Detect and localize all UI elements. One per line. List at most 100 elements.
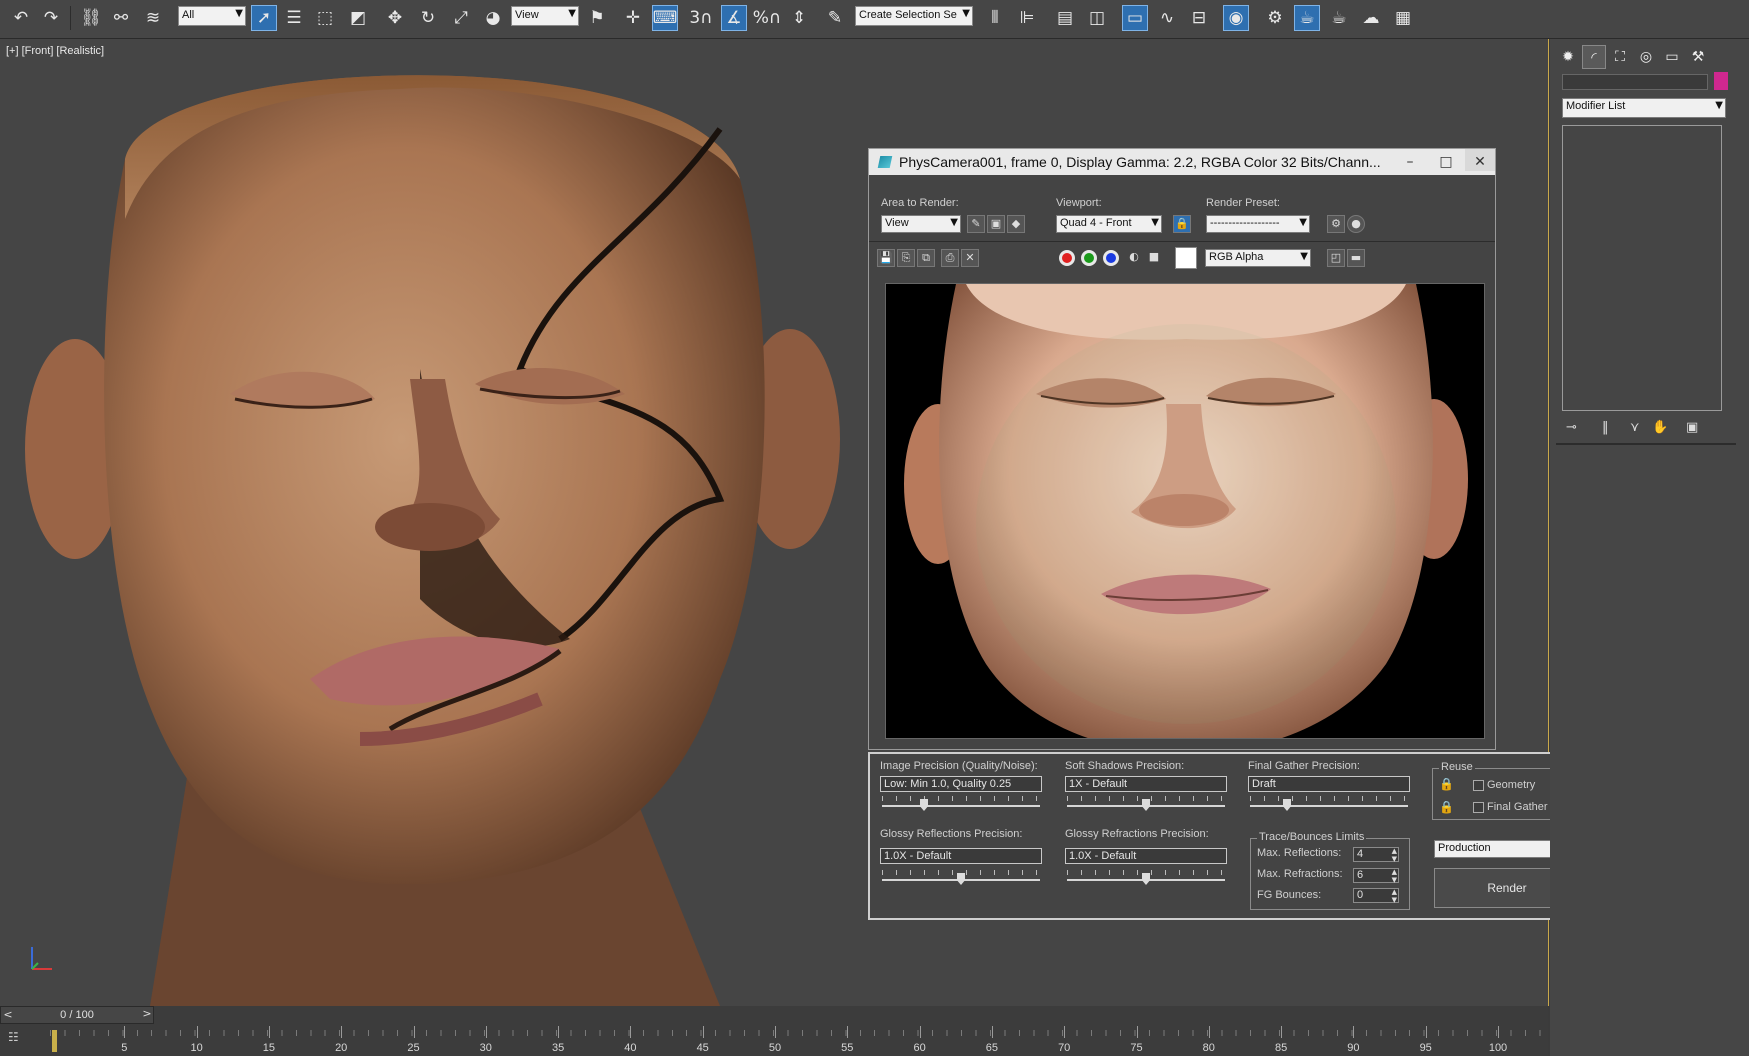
region-clear-icon[interactable]: ◆: [1007, 215, 1025, 233]
clear-image-icon[interactable]: ✕: [961, 249, 979, 267]
schematic-view-icon[interactable]: ⊟: [1186, 5, 1212, 31]
display-channel-dropdown[interactable]: RGB Alpha ▼: [1205, 249, 1311, 267]
layer-explorer-icon[interactable]: ◫: [1084, 5, 1110, 31]
select-manipulate-icon[interactable]: ✛: [620, 5, 646, 31]
rect-selection-icon[interactable]: ⬚: [312, 5, 338, 31]
final-gather-checkbox[interactable]: [1473, 802, 1484, 813]
area-to-render-dropdown[interactable]: View ▼: [881, 215, 961, 233]
glossy-reflections-slider[interactable]: [882, 870, 1040, 885]
max-reflections-spinner[interactable]: 4 ▲ ▼: [1353, 847, 1399, 863]
maximize-button[interactable]: □: [1431, 149, 1461, 171]
render-iterative-icon[interactable]: ☁: [1358, 5, 1384, 31]
mirror-icon[interactable]: ⫴: [982, 5, 1008, 31]
window-crossing-icon[interactable]: ◩: [345, 5, 371, 31]
timeline-track[interactable]: 5 10 15 20 25 30 35 40 45 50 55 60 65 70 75 80 85 90 95 100: [50, 1026, 1548, 1056]
slider-knob[interactable]: [920, 799, 928, 811]
next-frame-button[interactable]: >: [140, 1006, 154, 1022]
remove-modifier-icon[interactable]: ✋: [1652, 420, 1668, 435]
timeline-toggle-icon[interactable]: ☷: [8, 1030, 26, 1046]
green-channel-toggle[interactable]: [1081, 250, 1097, 266]
viewport-dropdown[interactable]: Quad 4 - Front ▼: [1056, 215, 1162, 233]
color-swatch[interactable]: [1175, 247, 1197, 269]
glossy-refractions-slider[interactable]: [1067, 870, 1225, 885]
rotate-icon[interactable]: ↻: [415, 5, 441, 31]
angle-snap-icon[interactable]: ∡: [721, 5, 747, 31]
select-by-name-icon[interactable]: ☰: [281, 5, 307, 31]
final-gather-slider[interactable]: [1250, 796, 1408, 811]
print-image-icon[interactable]: ⎙: [941, 249, 959, 267]
soft-shadows-field[interactable]: 1X - Default: [1065, 776, 1227, 792]
auto-region-icon[interactable]: ▣: [987, 215, 1005, 233]
close-button[interactable]: ✕: [1465, 149, 1495, 171]
geometry-checkbox[interactable]: [1473, 780, 1484, 791]
spinner-snap-icon[interactable]: ⇕: [786, 5, 812, 31]
render-preset-dropdown[interactable]: ------------------- ▼: [1206, 215, 1310, 233]
alpha-channel-icon[interactable]: ◐: [1125, 249, 1143, 267]
rendered-frame-titlebar[interactable]: PhysCamera001, frame 0, Display Gamma: 2…: [869, 149, 1495, 175]
motion-tab-icon[interactable]: ◎: [1634, 45, 1658, 69]
slider-knob[interactable]: [1142, 799, 1150, 811]
pin-stack-icon[interactable]: ⊸: [1566, 420, 1577, 435]
save-image-icon[interactable]: 💾: [877, 249, 895, 267]
soft-shadows-slider[interactable]: [1067, 796, 1225, 811]
spinner-arrows-icon[interactable]: ▲ ▼: [1392, 868, 1397, 884]
image-precision-field[interactable]: Low: Min 1.0, Quality 0.25: [880, 776, 1042, 792]
toggle-ui-icon[interactable]: ▬: [1347, 249, 1365, 267]
curve-editor-icon[interactable]: ∿: [1154, 5, 1180, 31]
copy-image-icon[interactable]: ⎘: [897, 249, 915, 267]
edit-named-selection-icon[interactable]: ✎: [822, 5, 848, 31]
reference-coord-dropdown[interactable]: View ▼: [511, 6, 579, 26]
make-unique-icon[interactable]: ⋎: [1630, 420, 1640, 435]
time-cursor[interactable]: [52, 1030, 57, 1052]
lock-icon[interactable]: 🔒: [1439, 777, 1454, 791]
minimize-button[interactable]: –: [1395, 149, 1425, 171]
place-icon[interactable]: ◕: [480, 5, 506, 31]
pivot-icon[interactable]: ⚑: [584, 5, 610, 31]
clone-frame-window-icon[interactable]: ⧉: [917, 249, 935, 267]
undo-icon[interactable]: ↶: [8, 5, 34, 31]
image-precision-slider[interactable]: [882, 796, 1040, 811]
redo-icon[interactable]: ↷: [38, 5, 64, 31]
spinner-arrows-icon[interactable]: ▲ ▼: [1392, 847, 1397, 863]
modifier-list-dropdown[interactable]: Modifier List ▼: [1562, 98, 1726, 118]
blue-channel-toggle[interactable]: [1103, 250, 1119, 266]
glossy-reflections-field[interactable]: 1.0X - Default: [880, 848, 1042, 864]
environment-effects-icon[interactable]: ●: [1347, 215, 1365, 233]
render-setup-icon[interactable]: ⚙: [1327, 215, 1345, 233]
rendered-frame-window-icon[interactable]: ☕: [1294, 5, 1320, 31]
named-selection-dropdown[interactable]: Create Selection Se ▼: [855, 6, 973, 26]
move-icon[interactable]: ✥: [382, 5, 408, 31]
configure-modifier-sets-icon[interactable]: ▣: [1686, 420, 1698, 435]
scene-explorer-icon[interactable]: ▤: [1052, 5, 1078, 31]
red-channel-toggle[interactable]: [1059, 250, 1075, 266]
object-name-field[interactable]: [1562, 74, 1708, 90]
monochrome-icon[interactable]: ■: [1145, 249, 1163, 267]
toggle-ui-overlay-icon[interactable]: ◰: [1327, 249, 1345, 267]
spinner-arrows-icon[interactable]: ▲ ▼: [1392, 888, 1397, 904]
toggle-ribbon-icon[interactable]: ▭: [1122, 5, 1148, 31]
final-gather-field[interactable]: Draft: [1248, 776, 1410, 792]
show-end-result-icon[interactable]: ‖: [1602, 420, 1609, 435]
link-icon[interactable]: ⛓: [78, 5, 104, 31]
edit-region-icon[interactable]: ✎: [967, 215, 985, 233]
create-tab-icon[interactable]: ✹: [1556, 45, 1580, 69]
lock-viewport-icon[interactable]: 🔒: [1173, 215, 1191, 233]
lock-icon[interactable]: 🔒: [1439, 800, 1454, 814]
render-in-cloud-icon[interactable]: ▦: [1390, 5, 1416, 31]
slider-knob[interactable]: [957, 873, 965, 885]
scale-icon[interactable]: ⤢: [448, 5, 474, 31]
bind-spacewarp-icon[interactable]: ≋: [140, 5, 166, 31]
fg-bounces-spinner[interactable]: 0 ▲ ▼: [1353, 888, 1399, 904]
modifier-stack[interactable]: [1562, 125, 1722, 411]
time-slider[interactable]: < 0 / 100: [0, 1006, 154, 1024]
render-production-icon[interactable]: ☕: [1326, 5, 1352, 31]
unlink-icon[interactable]: ⚯: [108, 5, 134, 31]
snap-toggle-icon[interactable]: 3 ∩: [688, 5, 714, 31]
glossy-refractions-field[interactable]: 1.0X - Default: [1065, 848, 1227, 864]
hierarchy-tab-icon[interactable]: ⛶: [1608, 45, 1632, 69]
render-setup-icon[interactable]: ⚙: [1262, 5, 1288, 31]
slider-knob[interactable]: [1142, 873, 1150, 885]
slider-knob[interactable]: [1283, 799, 1291, 811]
select-object-icon[interactable]: ➚: [251, 5, 277, 31]
align-icon[interactable]: ⊫: [1014, 5, 1040, 31]
